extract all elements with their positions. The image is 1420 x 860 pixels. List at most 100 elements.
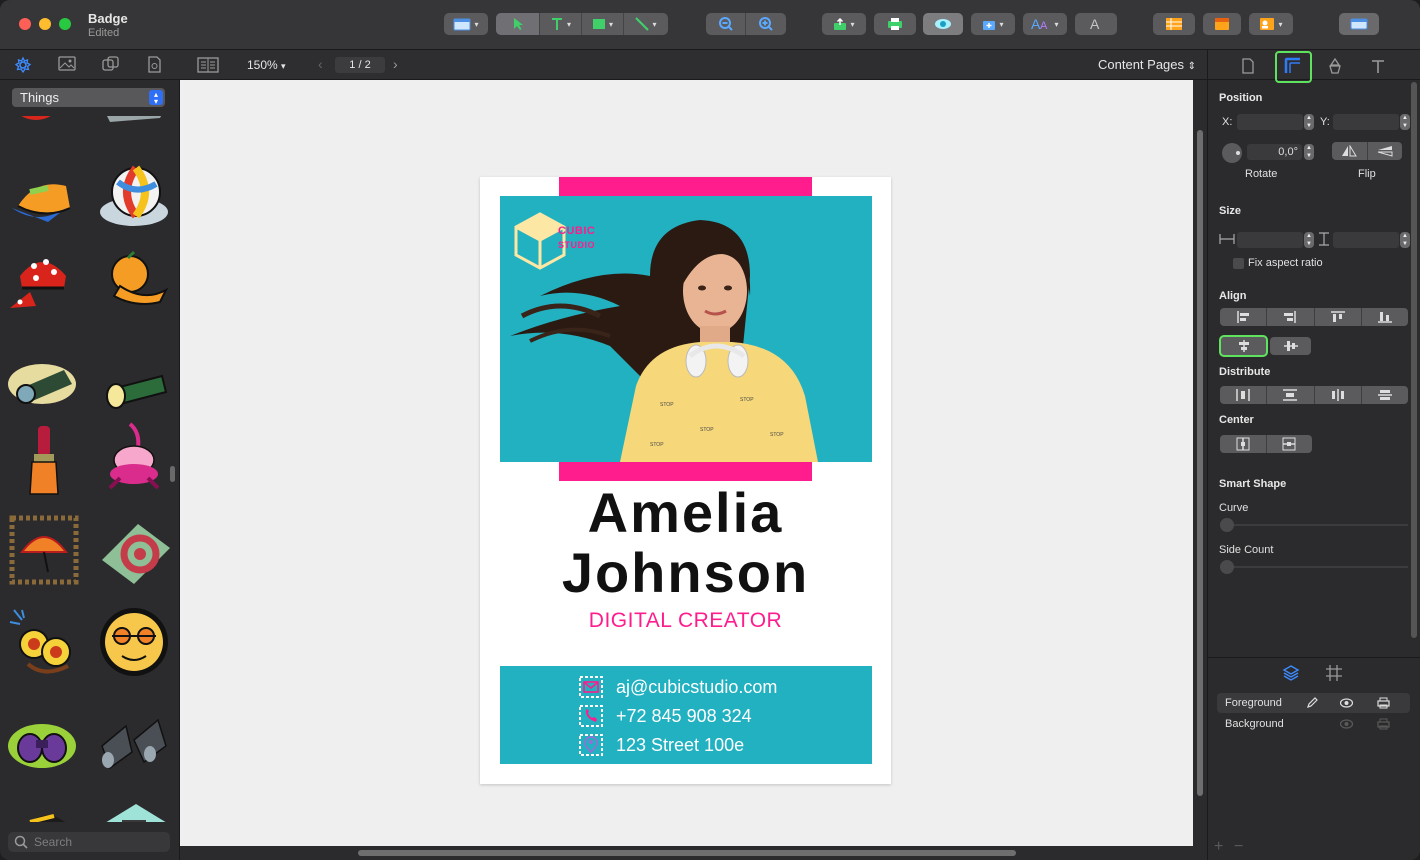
image-library-tab-icon[interactable]: [58, 56, 76, 72]
clipart-binoculars-purple[interactable]: [6, 708, 78, 780]
canvas-vertical-scrollbar[interactable]: [1193, 80, 1207, 846]
height-field[interactable]: [1333, 232, 1399, 248]
height-stepper[interactable]: ▲ ▼: [1400, 232, 1410, 248]
distribute-spacing-horizontal-button[interactable]: [1315, 386, 1362, 404]
horizontal-scroll-thumb[interactable]: [358, 850, 1016, 856]
category-select[interactable]: Things ▴ ▾: [12, 88, 165, 107]
view-mode-button[interactable]: ▾: [444, 13, 488, 35]
tab-text[interactable]: [1365, 55, 1391, 77]
address-book-button[interactable]: ▾: [1249, 13, 1293, 35]
zoom-window-button[interactable]: [59, 18, 71, 30]
clipart-orange-hat[interactable]: [100, 250, 172, 322]
vertical-scroll-thumb[interactable]: [1197, 130, 1203, 796]
first-name-text[interactable]: Amelia: [480, 483, 891, 543]
side-count-slider-track[interactable]: [1220, 566, 1408, 568]
side-count-slider-knob[interactable]: [1220, 560, 1234, 574]
zoom-level-menu[interactable]: 150% ▾: [247, 58, 286, 72]
portrait-photo[interactable]: STOP STOP STOP STOP STOP CUBIC STUDIO: [500, 196, 872, 462]
clipart-beach-ball[interactable]: [98, 162, 170, 234]
pink-bottom-bar[interactable]: [559, 462, 812, 481]
flip-vertical-button[interactable]: [1368, 142, 1403, 160]
phone-row[interactable]: +72 845 908 324: [579, 705, 752, 727]
remove-layer-icon[interactable]: −: [1234, 838, 1243, 856]
text-tool-button[interactable]: ▾: [540, 13, 582, 35]
print-layer-icon[interactable]: [1377, 697, 1390, 709]
align-top-button[interactable]: [1315, 308, 1362, 326]
clipart-tomato[interactable]: [0, 116, 72, 130]
distribute-vertical-button[interactable]: [1267, 386, 1315, 404]
add-layer-icon[interactable]: +: [1214, 838, 1223, 856]
layer-foreground[interactable]: Foreground: [1217, 693, 1410, 713]
minimize-window-button[interactable]: [39, 18, 51, 30]
contact-info-box[interactable]: aj@cubicstudio.com +72 845 908 324 123 S…: [500, 666, 872, 764]
curve-slider-knob[interactable]: [1220, 518, 1234, 532]
tab-style[interactable]: [1322, 55, 1348, 77]
shapes-library-tab-icon[interactable]: [102, 56, 120, 74]
x-stepper[interactable]: ▲ ▼: [1304, 114, 1314, 130]
calendar-button[interactable]: [1203, 13, 1241, 35]
badge-page[interactable]: STOP STOP STOP STOP STOP CUBIC STUDIO Amelia…: [480, 177, 891, 784]
y-field[interactable]: [1333, 114, 1399, 130]
pink-top-bar[interactable]: [559, 177, 812, 196]
previous-page-arrow-icon[interactable]: ‹: [318, 56, 323, 72]
clipart-goggles-face[interactable]: [98, 606, 170, 678]
clipart-binoculars-gray[interactable]: [98, 706, 170, 778]
align-center-vertical-button[interactable]: [1270, 337, 1311, 355]
layers-stack-icon[interactable]: [1282, 664, 1300, 682]
rotate-stepper[interactable]: ▲ ▼: [1304, 144, 1314, 160]
align-left-button[interactable]: [1220, 308, 1268, 326]
text-style-button[interactable]: A A ▾: [1023, 13, 1067, 35]
distribute-spacing-vertical-button[interactable]: [1362, 386, 1408, 404]
width-stepper[interactable]: ▲ ▼: [1304, 232, 1314, 248]
clipart-search-field[interactable]: Search: [8, 832, 170, 852]
sidebar-scrollbar[interactable]: [170, 466, 175, 482]
page-layout-icon[interactable]: [197, 57, 219, 73]
clipart-flashlight-yellow[interactable]: [6, 348, 78, 420]
clipart-library-tab-icon[interactable]: [14, 56, 32, 74]
print-layer-icon[interactable]: [1377, 718, 1390, 730]
document-canvas[interactable]: STOP STOP STOP STOP STOP CUBIC STUDIO Amelia…: [180, 80, 1193, 846]
clipart-item-partial-left[interactable]: [14, 802, 86, 822]
grid-icon[interactable]: [1325, 664, 1343, 682]
rotate-knob-icon[interactable]: [1221, 142, 1243, 164]
center-vertical-button[interactable]: [1267, 435, 1313, 453]
zoom-in-button[interactable]: [746, 13, 786, 35]
clipart-flashlight-green[interactable]: [98, 354, 170, 426]
clipart-sprayer[interactable]: [100, 116, 172, 130]
close-window-button[interactable]: [19, 18, 31, 30]
insert-button[interactable]: ▾: [971, 13, 1015, 35]
align-right-button[interactable]: [1267, 308, 1315, 326]
clipart-item-partial-right[interactable]: [100, 796, 172, 822]
last-name-text[interactable]: Johnson: [480, 543, 891, 603]
curve-slider-track[interactable]: [1220, 524, 1408, 526]
select-tool-button[interactable]: [496, 13, 540, 35]
tab-arrange[interactable]: [1280, 55, 1306, 77]
clipart-ladybug-hat[interactable]: [6, 248, 78, 320]
clipart-cap[interactable]: [8, 166, 80, 238]
zoom-out-button[interactable]: [706, 13, 746, 35]
tab-document[interactable]: [1235, 55, 1261, 77]
x-field[interactable]: [1237, 114, 1303, 130]
canvas-horizontal-scrollbar[interactable]: [180, 846, 1207, 860]
layer-background[interactable]: Background: [1217, 714, 1410, 734]
templates-library-tab-icon[interactable]: [146, 56, 162, 74]
print-button[interactable]: [874, 13, 916, 35]
fix-aspect-checkbox[interactable]: [1233, 258, 1244, 269]
shape-tool-button[interactable]: ▾: [582, 13, 624, 35]
table-button[interactable]: [1153, 13, 1195, 35]
inspector-scrollbar[interactable]: [1411, 82, 1417, 638]
rotate-field[interactable]: 0,0°: [1247, 144, 1302, 160]
flip-horizontal-button[interactable]: [1332, 142, 1368, 160]
distribute-horizontal-button[interactable]: [1220, 386, 1268, 404]
preview-button[interactable]: [923, 13, 963, 35]
width-field[interactable]: [1237, 232, 1303, 248]
text-format-button[interactable]: A: [1075, 13, 1117, 35]
export-button[interactable]: ▾: [822, 13, 866, 35]
clipart-lipstick[interactable]: [10, 424, 82, 496]
align-bottom-button[interactable]: [1362, 308, 1408, 326]
visibility-eye-icon[interactable]: [1340, 698, 1353, 708]
clipart-party-clown[interactable]: [100, 422, 172, 494]
email-row[interactable]: aj@cubicstudio.com: [579, 676, 777, 698]
content-pages-menu[interactable]: Content Pages ⇕: [1098, 57, 1196, 72]
next-page-arrow-icon[interactable]: ›: [393, 56, 398, 72]
